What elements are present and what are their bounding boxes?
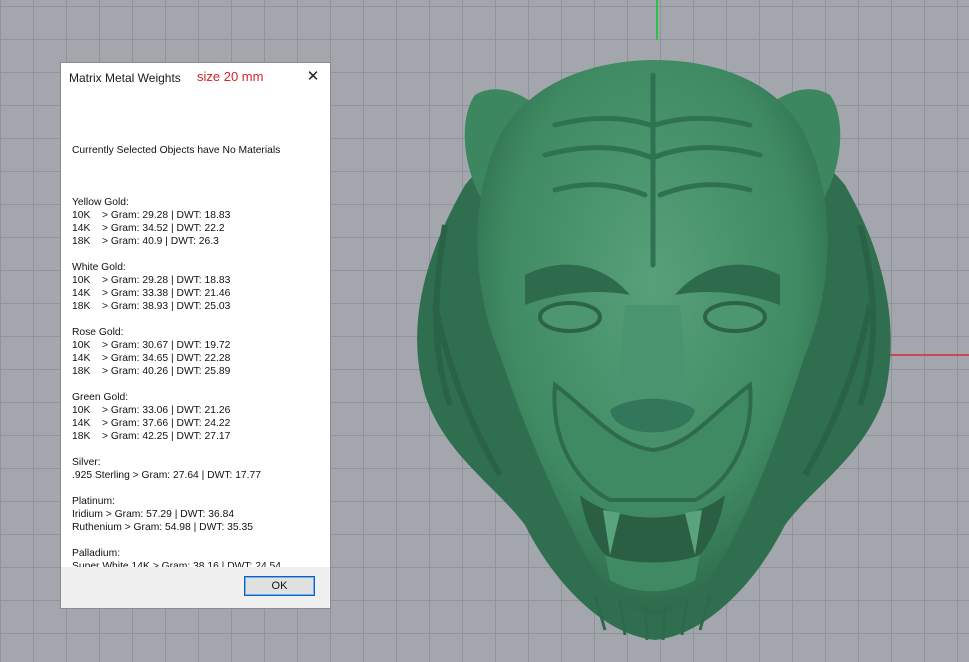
karat-label: 18K [72, 236, 91, 247]
karat-label: 14K [72, 223, 91, 234]
weight-value: > Gram: 38.93 | DWT: 25.03 [102, 301, 231, 312]
size-annotation: size 20 mm [197, 69, 264, 84]
weight-row: 14K > Gram: 37.66 | DWT: 24.22 [72, 417, 327, 430]
metal-group-title: Silver: [72, 457, 101, 468]
weight-value: > Gram: 29.28 | DWT: 18.83 [102, 275, 231, 286]
metal-group-title: Palladium: [72, 548, 121, 559]
weight-value: > Gram: 29.28 | DWT: 18.83 [102, 210, 231, 221]
weight-row: .925 Sterling > Gram: 27.64 | DWT: 17.77 [72, 469, 327, 482]
weight-value: .925 Sterling > Gram: 27.64 | DWT: 17.77 [72, 470, 261, 481]
metal-group: Rose Gold: 10K > Gram: 30.67 | DWT: 19.72 1… [72, 326, 327, 378]
x-axis-line [888, 354, 969, 356]
weight-row: 10K > Gram: 29.28 | DWT: 18.83 [72, 274, 327, 287]
weight-row: 18K > Gram: 42.25 | DWT: 27.17 [72, 430, 327, 443]
metal-group-title: White Gold: [72, 262, 126, 273]
karat-label: 14K [72, 418, 91, 429]
weight-value: > Gram: 33.38 | DWT: 21.46 [102, 288, 231, 299]
dialog-footer: OK [61, 567, 330, 608]
weight-value: > Gram: 37.66 | DWT: 24.22 [102, 418, 231, 429]
karat-label: 14K [72, 288, 91, 299]
weight-row: Ruthenium > Gram: 54.98 | DWT: 35.35 [72, 521, 327, 534]
close-icon[interactable]: ✕ [304, 68, 322, 86]
dialog-title: Matrix Metal Weights [69, 71, 181, 85]
metal-group-title: Rose Gold: [72, 327, 124, 338]
weight-row: Iridium > Gram: 57.29 | DWT: 36.84 [72, 508, 327, 521]
karat-label: 18K [72, 366, 91, 377]
dialog-content: Currently Selected Objects have No Mater… [72, 118, 327, 638]
karat-label: 10K [72, 405, 91, 416]
metal-group: Platinum: Iridium > Gram: 57.29 | DWT: 36… [72, 495, 327, 534]
weight-row: 14K > Gram: 33.38 | DWT: 21.46 [72, 287, 327, 300]
weight-row: 10K > Gram: 30.67 | DWT: 19.72 [72, 339, 327, 352]
weight-row: 14K > Gram: 34.52 | DWT: 22.2 [72, 222, 327, 235]
weight-value: > Gram: 34.52 | DWT: 22.2 [102, 223, 225, 234]
metal-group: White Gold: 10K > Gram: 29.28 | DWT: 18.83… [72, 261, 327, 313]
dialog-title-bar[interactable]: Matrix Metal Weights size 20 mm ✕ [61, 63, 330, 93]
weight-row: 10K > Gram: 33.06 | DWT: 21.26 [72, 404, 327, 417]
karat-label: 10K [72, 275, 91, 286]
metal-groups: Yellow Gold: 10K > Gram: 29.28 | DWT: 18.8… [72, 196, 327, 599]
metal-group: Yellow Gold: 10K > Gram: 29.28 | DWT: 18.8… [72, 196, 327, 248]
metal-weights-dialog: Matrix Metal Weights size 20 mm ✕ Curren… [60, 62, 331, 609]
y-axis-line [656, 0, 658, 40]
weight-row: 10K > Gram: 29.28 | DWT: 18.83 [72, 209, 327, 222]
weight-value: > Gram: 40.9 | DWT: 26.3 [102, 236, 219, 247]
metal-group-title: Green Gold: [72, 392, 129, 403]
weight-row: 18K > Gram: 40.26 | DWT: 25.89 [72, 365, 327, 378]
karat-label: 18K [72, 431, 91, 442]
karat-label: 14K [72, 353, 91, 364]
karat-label: 10K [72, 340, 91, 351]
status-message: Currently Selected Objects have No Mater… [72, 145, 281, 156]
metal-group-title: Yellow Gold: [72, 197, 129, 208]
tiger-head-icon[interactable] [405, 55, 900, 645]
karat-label: 10K [72, 210, 91, 221]
karat-label: 18K [72, 301, 91, 312]
weight-value: > Gram: 34.65 | DWT: 22.28 [102, 353, 231, 364]
weight-value: > Gram: 33.06 | DWT: 21.26 [102, 405, 231, 416]
metal-group: Silver: .925 Sterling > Gram: 27.64 | DWT… [72, 456, 327, 482]
weight-row: 18K > Gram: 40.9 | DWT: 26.3 [72, 235, 327, 248]
weight-value: Iridium > Gram: 57.29 | DWT: 36.84 [72, 509, 235, 520]
weight-row: 18K > Gram: 38.93 | DWT: 25.03 [72, 300, 327, 313]
ok-button[interactable]: OK [244, 576, 315, 596]
metal-group: Green Gold: 10K > Gram: 33.06 | DWT: 21.26… [72, 391, 327, 443]
weight-value: > Gram: 40.26 | DWT: 25.89 [102, 366, 231, 377]
weight-value: > Gram: 42.25 | DWT: 27.17 [102, 431, 231, 442]
weight-value: Ruthenium > Gram: 54.98 | DWT: 35.35 [72, 522, 253, 533]
weight-value: > Gram: 30.67 | DWT: 19.72 [102, 340, 231, 351]
weight-row: 14K > Gram: 34.65 | DWT: 22.28 [72, 352, 327, 365]
metal-group-title: Platinum: [72, 496, 115, 507]
